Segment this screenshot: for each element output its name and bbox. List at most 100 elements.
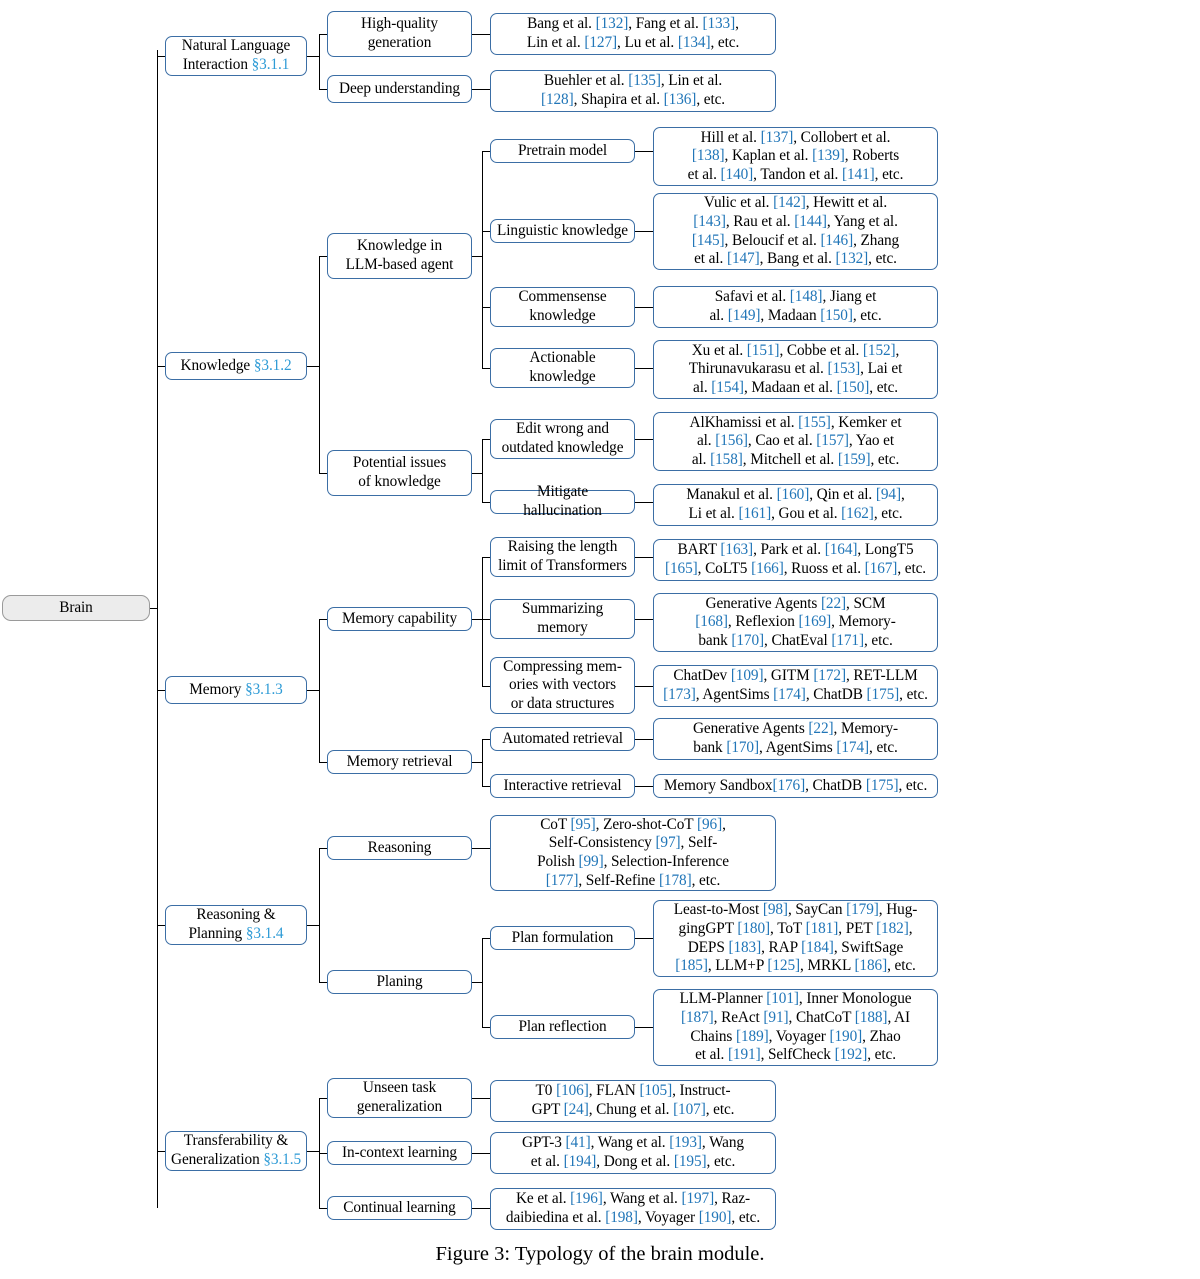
cite-mitigate-hallucination[interactable]: Manakul et al. [160], Qin et al. [94], Li…: [653, 484, 938, 526]
node-memory-label: Memory §3.1.3: [189, 680, 283, 698]
connector-plan-c0-out: [635, 938, 653, 940]
connector-tr-c0-out: [472, 1098, 490, 1100]
node-knowledge[interactable]: Knowledge §3.1.2: [165, 352, 307, 380]
connector-mem0-out: [472, 619, 482, 621]
node-high-quality-generation[interactable]: High-quality generation: [327, 11, 472, 57]
node-memory[interactable]: Memory §3.1.3: [165, 676, 307, 704]
taxonomy-diagram: Brain Natural Language Interaction §3.1.1 K…: [0, 0, 1200, 1279]
connector-kn-bus: [319, 256, 321, 473]
cite-linguistic-knowledge[interactable]: Vulic et al. [142], Hewitt et al. [143], …: [653, 193, 938, 270]
node-pretrain-model[interactable]: Pretrain model: [490, 139, 635, 163]
connector-mem0-c2-out: [635, 686, 653, 688]
node-actionable-knowledge[interactable]: Actionable knowledge: [490, 348, 635, 388]
cite-commensense-knowledge[interactable]: Safavi et al. [148], Jiang et al. [149], …: [653, 286, 938, 328]
cite-automated-retrieval[interactable]: Generative Agents [22], Memory-bank [170…: [653, 718, 938, 760]
connector-rp-in-1: [319, 982, 327, 984]
cite-reasoning-label: CoT [95], Zero-shot-CoT [96], Self-Consis…: [537, 815, 729, 889]
node-unseen-task-generalization[interactable]: Unseen task generalization: [327, 1078, 472, 1118]
connector-kn-in-0: [319, 256, 327, 258]
connector-kn1-in-1: [482, 502, 490, 504]
connector-kn0-c3-out: [635, 368, 653, 370]
cite-plan-reflection[interactable]: LLM-Planner [101], Inner Monologue [187],…: [653, 989, 938, 1066]
node-plan-formulation[interactable]: Plan formulation: [490, 926, 635, 950]
connector-tr-c2-out: [472, 1208, 490, 1210]
connector-tr-out: [307, 1151, 319, 1153]
connector-mem-out: [307, 690, 319, 692]
connector-mem0-in-1: [482, 619, 490, 621]
connector-plan-out: [472, 982, 482, 984]
cite-plan-formulation[interactable]: Least-to-Most [98], SayCan [179], Hug-gi…: [653, 900, 938, 977]
node-automated-retrieval[interactable]: Automated retrieval: [490, 727, 635, 751]
cite-deep-understanding[interactable]: Buehler et al. [135], Lin et al. [128], S…: [490, 70, 776, 112]
node-linguistic-knowledge-label: Linguistic knowledge: [497, 221, 628, 239]
cite-raising-length-limit-label: BART [163], Park et al. [164], LongT5 [16…: [664, 541, 927, 577]
node-interactive-retrieval-label: Interactive retrieval: [503, 776, 622, 794]
node-knowledge-label: Knowledge §3.1.2: [180, 356, 292, 374]
node-linguistic-knowledge[interactable]: Linguistic knowledge: [490, 219, 635, 243]
node-automated-retrieval-label: Automated retrieval: [502, 729, 623, 747]
node-compressing-memories-label: Compressing mem-ories with vectors or dat…: [503, 657, 622, 712]
node-natural-language-interaction[interactable]: Natural Language Interaction §3.1.1: [165, 36, 307, 76]
node-in-context-learning[interactable]: In-context learning: [327, 1141, 472, 1165]
node-interactive-retrieval[interactable]: Interactive retrieval: [490, 774, 635, 798]
cite-deep-understanding-label: Buehler et al. [135], Lin et al. [128], S…: [540, 72, 726, 108]
connector-nli-out: [307, 56, 319, 58]
cite-interactive-retrieval[interactable]: Memory Sandbox[176], ChatDB [175], etc.: [653, 774, 938, 798]
node-memory-retrieval[interactable]: Memory retrieval: [327, 750, 472, 774]
cite-reasoning[interactable]: CoT [95], Zero-shot-CoT [96], Self-Consis…: [490, 815, 776, 891]
connector-mem0-in-0: [482, 557, 490, 559]
cite-high-quality-generation[interactable]: Bang et al. [132], Fang et al. [133], Lin…: [490, 13, 776, 55]
cite-unseen-task-generalization[interactable]: T0 [106], FLAN [105], Instruct- GPT [24],…: [490, 1080, 776, 1122]
node-planing[interactable]: Planing: [327, 970, 472, 994]
cite-mitigate-hallucination-label: Manakul et al. [160], Qin et al. [94], Li…: [686, 486, 905, 522]
node-memory-retrieval-label: Memory retrieval: [346, 752, 453, 770]
connector-kn1-c0-out: [635, 439, 653, 441]
node-raising-length-limit-label: Raising the length limit of Transformers: [498, 538, 627, 574]
node-edit-wrong-and-outdated-knowledge[interactable]: Edit wrong and outdated knowledge: [490, 419, 635, 459]
node-memory-capability[interactable]: Memory capability: [327, 607, 472, 631]
connector-mem1-bus: [482, 739, 484, 787]
node-reasoning[interactable]: Reasoning: [327, 836, 472, 860]
cite-summarizing-memory[interactable]: Generative Agents [22], SCM [168], Reflex…: [653, 593, 938, 652]
cite-interactive-retrieval-label: Memory Sandbox[176], ChatDB [175], etc.: [663, 776, 928, 794]
cite-in-context-learning[interactable]: GPT-3 [41], Wang et al. [193], Wang et al…: [490, 1132, 776, 1174]
node-knowledge-in-llm-based-agent[interactable]: Knowledge in LLM-based agent: [327, 233, 472, 279]
connector-kn0-in-0: [482, 151, 490, 153]
node-continual-learning[interactable]: Continual learning: [327, 1196, 472, 1220]
root-node-brain[interactable]: Brain: [2, 595, 150, 621]
node-knowledge-in-llm-based-agent-label: Knowledge in LLM-based agent: [345, 237, 454, 273]
node-potential-issues-of-knowledge-label: Potential issues of knowledge: [352, 454, 447, 490]
cite-edit-wrong-and-outdated-knowledge[interactable]: AlKhamissi et al. [155], Kemker et al. [1…: [653, 412, 938, 471]
cite-actionable-knowledge[interactable]: Xu et al. [151], Cobbe et al. [152], Thir…: [653, 340, 938, 399]
connector-nli-in-1: [319, 89, 327, 91]
connector-kn0-c2-out: [635, 307, 653, 309]
connector-kn1-in-0: [482, 439, 490, 441]
node-reasoning-planning[interactable]: Reasoning & Planning §3.1.4: [165, 905, 307, 945]
cite-in-context-learning-label: GPT-3 [41], Wang et al. [193], Wang et al…: [522, 1134, 744, 1170]
node-transferability-generalization[interactable]: Transferability & Generalization §3.1.5: [165, 1131, 307, 1171]
node-deep-understanding[interactable]: Deep understanding: [327, 75, 472, 103]
cite-compressing-memories[interactable]: ChatDev [109], GITM [172], RET-LLM [173],…: [653, 665, 938, 707]
node-summarizing-memory[interactable]: Summarizing memory: [490, 599, 635, 639]
node-raising-length-limit[interactable]: Raising the length limit of Transformers: [490, 537, 635, 577]
connector-tr-in-0: [319, 1098, 327, 1100]
node-plan-reflection[interactable]: Plan reflection: [490, 1015, 635, 1039]
connector-nli-bus: [319, 34, 321, 89]
cite-pretrain-model[interactable]: Hill et al. [137], Collobert et al. [138]…: [653, 127, 938, 186]
node-mitigate-hallucination[interactable]: Mitigate hallucination: [490, 483, 635, 519]
node-commensense-knowledge[interactable]: Commensense knowledge: [490, 287, 635, 327]
cite-continual-learning[interactable]: Ke et al. [196], Wang et al. [197], Raz-…: [490, 1188, 776, 1230]
connector-mem0-in-2: [482, 686, 490, 688]
node-unseen-task-generalization-label: Unseen task generalization: [356, 1079, 443, 1115]
connector-nli-c0-out: [472, 34, 490, 36]
connector-kn0-in-2: [482, 307, 490, 309]
connector-tr-c1-out: [472, 1153, 490, 1155]
connector-kn0-c0-out: [635, 151, 653, 153]
node-potential-issues-of-knowledge[interactable]: Potential issues of knowledge: [327, 450, 472, 496]
figure-caption: Figure 3: Typology of the brain module.: [435, 1243, 765, 1265]
cite-raising-length-limit[interactable]: BART [163], Park et al. [164], LongT5 [16…: [653, 539, 938, 581]
node-high-quality-generation-label: High-quality generation: [361, 15, 438, 51]
connector-mem0-c0-out: [635, 557, 653, 559]
node-plan-reflection-label: Plan reflection: [518, 1017, 607, 1035]
node-compressing-memories[interactable]: Compressing mem-ories with vectors or dat…: [490, 657, 635, 714]
